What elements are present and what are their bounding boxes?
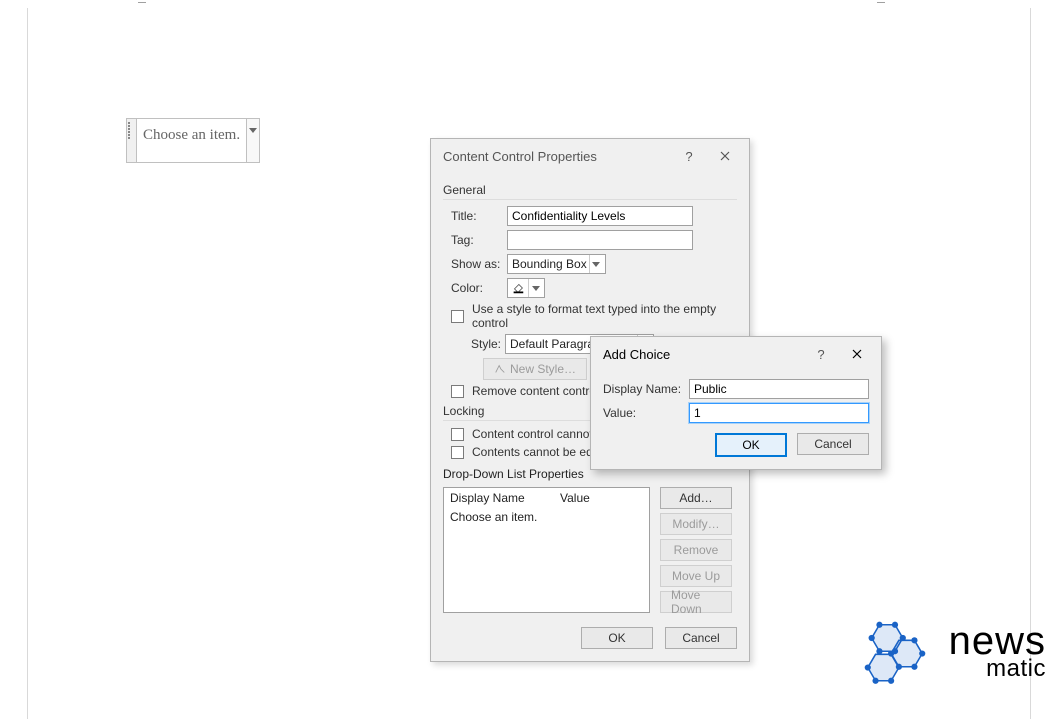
chevron-down-icon[interactable] xyxy=(246,118,260,163)
close-button[interactable] xyxy=(707,145,743,167)
dialog-titlebar: Add Choice ? xyxy=(591,337,881,371)
ok-button[interactable]: OK xyxy=(581,627,653,649)
logo-line2: matic xyxy=(986,658,1046,680)
list-item-name: Choose an item. xyxy=(450,510,537,524)
move-up-button[interactable]: Move Up xyxy=(660,565,732,587)
close-button[interactable] xyxy=(839,343,875,365)
value-input[interactable] xyxy=(689,403,869,423)
display-name-label: Display Name: xyxy=(603,382,689,396)
color-label: Color: xyxy=(451,281,507,295)
close-icon xyxy=(852,349,862,359)
close-icon xyxy=(720,151,730,161)
lock-edit-checkbox[interactable] xyxy=(451,446,464,459)
dropdown-list[interactable]: Display Name Value Choose an item. xyxy=(443,487,650,613)
lock-delete-checkbox[interactable] xyxy=(451,428,464,441)
dialog-title: Content Control Properties xyxy=(443,149,597,164)
use-style-checkbox[interactable] xyxy=(451,310,464,323)
help-button[interactable]: ? xyxy=(671,145,707,167)
list-item[interactable]: Choose an item. xyxy=(444,508,649,526)
new-style-button[interactable]: New Style… xyxy=(483,358,587,380)
list-header: Display Name Value xyxy=(444,488,649,508)
ok-button[interactable]: OK xyxy=(715,433,787,457)
logo-line1: news xyxy=(949,624,1046,658)
style-label: Style: xyxy=(471,337,505,351)
add-button[interactable]: Add… xyxy=(660,487,732,509)
tag-input[interactable] xyxy=(507,230,693,250)
remove-button[interactable]: Remove xyxy=(660,539,732,561)
title-input[interactable] xyxy=(507,206,693,226)
styles-icon xyxy=(494,363,506,375)
hexagon-icon xyxy=(853,617,937,687)
chevron-down-icon xyxy=(528,279,542,297)
grip-handle-icon xyxy=(126,118,137,163)
remove-control-checkbox[interactable] xyxy=(451,385,464,398)
cancel-button[interactable]: Cancel xyxy=(797,433,869,455)
section-general: General xyxy=(443,183,737,200)
dropdown-placeholder: Choose an item. xyxy=(137,118,246,163)
move-down-button[interactable]: Move Down xyxy=(660,591,732,613)
paint-bucket-icon xyxy=(511,281,525,295)
value-label: Value: xyxy=(603,406,689,420)
title-label: Title: xyxy=(451,209,507,223)
color-picker[interactable] xyxy=(507,278,545,298)
dialog-titlebar: Content Control Properties ? xyxy=(431,139,749,173)
display-name-input[interactable] xyxy=(689,379,869,399)
add-choice-dialog: Add Choice ? Display Name: Value: OK Can… xyxy=(590,336,882,470)
new-style-label: New Style… xyxy=(510,362,576,376)
list-col-displayname: Display Name xyxy=(450,491,560,505)
use-style-label: Use a style to format text typed into th… xyxy=(472,302,737,330)
cancel-button[interactable]: Cancel xyxy=(665,627,737,649)
list-col-value: Value xyxy=(560,491,590,505)
content-control-dropdown[interactable]: Choose an item. xyxy=(126,118,260,163)
modify-button[interactable]: Modify… xyxy=(660,513,732,535)
watermark-logo: news matic xyxy=(853,617,1046,687)
help-button[interactable]: ? xyxy=(803,343,839,365)
chevron-down-icon xyxy=(589,255,603,273)
tag-label: Tag: xyxy=(451,233,507,247)
showas-value: Bounding Box xyxy=(512,257,589,271)
showas-dropdown[interactable]: Bounding Box xyxy=(507,254,606,274)
showas-label: Show as: xyxy=(451,257,507,271)
dialog-title: Add Choice xyxy=(603,347,670,362)
